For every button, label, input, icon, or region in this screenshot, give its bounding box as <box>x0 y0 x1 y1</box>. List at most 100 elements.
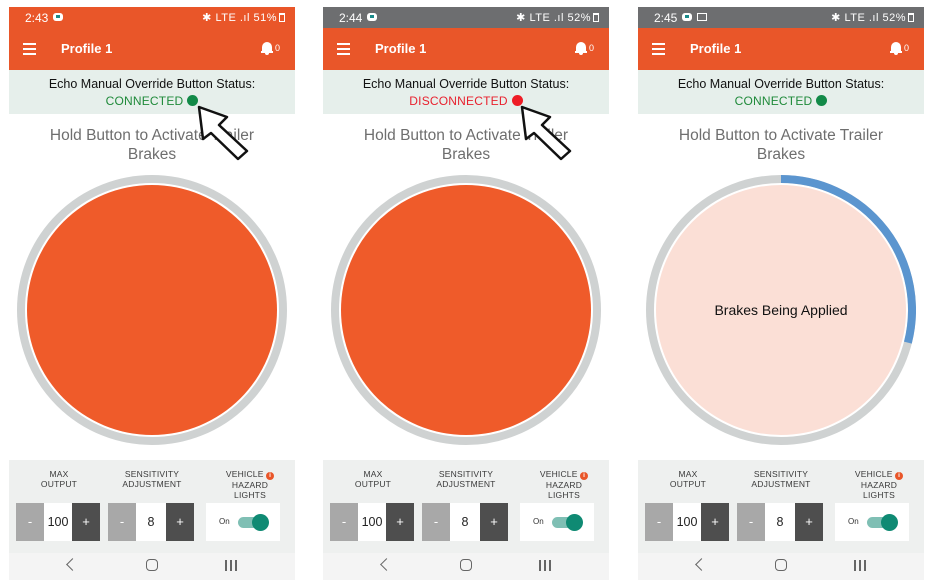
sensitivity-label-line2: ADJUSTMENT <box>751 479 811 489</box>
toggle-knob <box>566 514 583 531</box>
toggle-knob <box>252 514 269 531</box>
max-output-decrease-button[interactable]: - <box>330 503 358 541</box>
battery-icon <box>593 13 599 22</box>
connection-status-text: CONNECTED <box>734 94 813 108</box>
bell-icon[interactable] <box>890 41 902 55</box>
sensitivity-decrease-button[interactable]: - <box>422 503 450 541</box>
max-output-label-line1: MAX <box>49 469 69 479</box>
max-output-increase-button[interactable]: + <box>386 503 414 541</box>
phone-screen-brakes-applied: 2:45 ✱ LTE .ıl 52% Profile 1 0 Echo Manu… <box>638 7 924 580</box>
brake-button-graphic <box>17 175 287 445</box>
notification-count: 0 <box>275 43 281 53</box>
sensitivity-label-line2: ADJUSTMENT <box>436 479 496 489</box>
sensitivity-increase-button[interactable]: + <box>166 503 194 541</box>
hazard-toggle-box: On <box>520 503 594 541</box>
bell-icon[interactable] <box>575 41 587 55</box>
brake-button-graphic <box>331 175 601 445</box>
max-output-decrease-button[interactable]: - <box>645 503 673 541</box>
brakes-applied-text: Brakes Being Applied <box>714 302 848 318</box>
brake-activate-button[interactable]: Brakes Being Applied <box>646 175 916 445</box>
info-icon[interactable]: i <box>266 472 275 480</box>
battery-icon <box>908 13 914 22</box>
button-status-title: Echo Manual Override Button Status: <box>48 77 256 91</box>
recents-icon[interactable] <box>539 560 551 571</box>
status-indicators-text: ✱ LTE .ıl 52% <box>516 12 591 24</box>
home-icon[interactable] <box>146 559 158 571</box>
sensitivity-label: SENSITIVITY ADJUSTMENT <box>746 469 816 489</box>
brake-area: Hold Button to Activate Trailer Brakes <box>9 114 295 460</box>
hazard-lights-toggle[interactable] <box>552 514 583 531</box>
back-icon[interactable] <box>695 558 708 571</box>
sensitivity-decrease-button[interactable]: - <box>108 503 136 541</box>
hazard-lights-toggle[interactable] <box>238 514 269 531</box>
instruction-text: Hold Button to Activate Trailer Brakes <box>678 127 884 163</box>
home-icon[interactable] <box>460 559 472 571</box>
notification-app-icon <box>53 13 63 21</box>
arrow-cursor-icon <box>520 105 572 161</box>
brake-area: Hold Button to Activate Trailer Brakes <box>323 114 609 460</box>
sensitivity-label: SENSITIVITY ADJUSTMENT <box>431 469 501 489</box>
max-output-label-line1: MAX <box>678 469 698 479</box>
controls-panel: MAX OUTPUT SENSITIVITY ADJUSTMENT VEHICLE … <box>638 460 924 553</box>
brake-area: Hold Button to Activate Trailer Brakes B… <box>638 114 924 460</box>
sensitivity-increase-button[interactable]: + <box>795 503 823 541</box>
max-output-decrease-button[interactable]: - <box>16 503 44 541</box>
status-indicators-text: ✱ LTE .ıl 52% <box>831 12 906 24</box>
bell-icon[interactable] <box>261 41 273 55</box>
sensitivity-label-line1: SENSITIVITY <box>124 469 180 479</box>
hazard-toggle-label: On <box>848 517 859 526</box>
sensitivity-stepper: - 8 + <box>737 503 823 541</box>
recents-icon[interactable] <box>854 560 866 571</box>
app-bar: Profile 1 0 <box>9 28 295 70</box>
status-indicators: ✱ LTE .ıl 52% <box>831 11 914 24</box>
max-output-label: MAX OUTPUT <box>343 469 403 489</box>
info-icon[interactable]: i <box>895 472 904 480</box>
hazard-lights-toggle[interactable] <box>867 514 898 531</box>
max-output-stepper: - 100 + <box>645 503 729 541</box>
status-indicators-text: ✱ LTE .ıl 51% <box>202 12 277 24</box>
toggle-knob <box>881 514 898 531</box>
max-output-increase-button[interactable]: + <box>701 503 729 541</box>
controls-panel: MAX OUTPUT SENSITIVITY ADJUSTMENT VEHICLE … <box>323 460 609 553</box>
hazard-toggle-box: On <box>835 503 909 541</box>
sensitivity-value: 8 <box>461 515 469 529</box>
controls-panel: MAX OUTPUT SENSITIVITY ADJUSTMENT VEHICLE … <box>9 460 295 553</box>
info-icon[interactable]: i <box>580 472 589 480</box>
connection-status: CONNECTED <box>638 94 924 108</box>
max-output-value: 100 <box>361 515 383 529</box>
sensitivity-increase-button[interactable]: + <box>480 503 508 541</box>
connection-status-text: DISCONNECTED <box>409 94 508 108</box>
sensitivity-decrease-button[interactable]: - <box>737 503 765 541</box>
hazard-label-line1: VEHICLE <box>854 469 893 479</box>
hamburger-menu-icon[interactable] <box>337 43 350 55</box>
max-output-increase-button[interactable]: + <box>72 503 100 541</box>
status-bar: 2:44 ✱ LTE .ıl 52% <box>323 7 609 28</box>
status-bar: 2:43 ✱ LTE .ıl 51% <box>9 7 295 28</box>
max-output-value: 100 <box>47 515 69 529</box>
brake-activate-button[interactable] <box>331 175 601 445</box>
status-indicators: ✱ LTE .ıl 51% <box>202 11 285 24</box>
max-output-stepper: - 100 + <box>330 503 414 541</box>
max-output-value: 100 <box>676 515 698 529</box>
notification-count: 0 <box>589 43 595 53</box>
button-status-title: Echo Manual Override Button Status: <box>677 77 885 91</box>
phone-screen-connected: 2:43 ✱ LTE .ıl 51% Profile 1 0 Echo Manu… <box>9 7 295 580</box>
sensitivity-label-line2: ADJUSTMENT <box>122 479 182 489</box>
max-output-stepper: - 100 + <box>16 503 100 541</box>
app-bar-title: Profile 1 <box>375 41 427 56</box>
status-time: 2:44 <box>339 11 363 25</box>
connection-status-text: CONNECTED <box>105 94 184 108</box>
hazard-label-line1: VEHICLE <box>225 469 264 479</box>
home-icon[interactable] <box>775 559 787 571</box>
back-icon[interactable] <box>66 558 79 571</box>
hazard-label-line2: HAZARD LIGHTS <box>231 480 269 500</box>
hamburger-menu-icon[interactable] <box>652 43 665 55</box>
system-nav-bar <box>638 553 924 580</box>
sensitivity-label: SENSITIVITY ADJUSTMENT <box>117 469 187 489</box>
connection-status: CONNECTED <box>9 94 295 108</box>
notification-count: 0 <box>904 43 910 53</box>
brake-activate-button[interactable] <box>17 175 287 445</box>
back-icon[interactable] <box>380 558 393 571</box>
hamburger-menu-icon[interactable] <box>23 43 36 55</box>
recents-icon[interactable] <box>225 560 237 571</box>
